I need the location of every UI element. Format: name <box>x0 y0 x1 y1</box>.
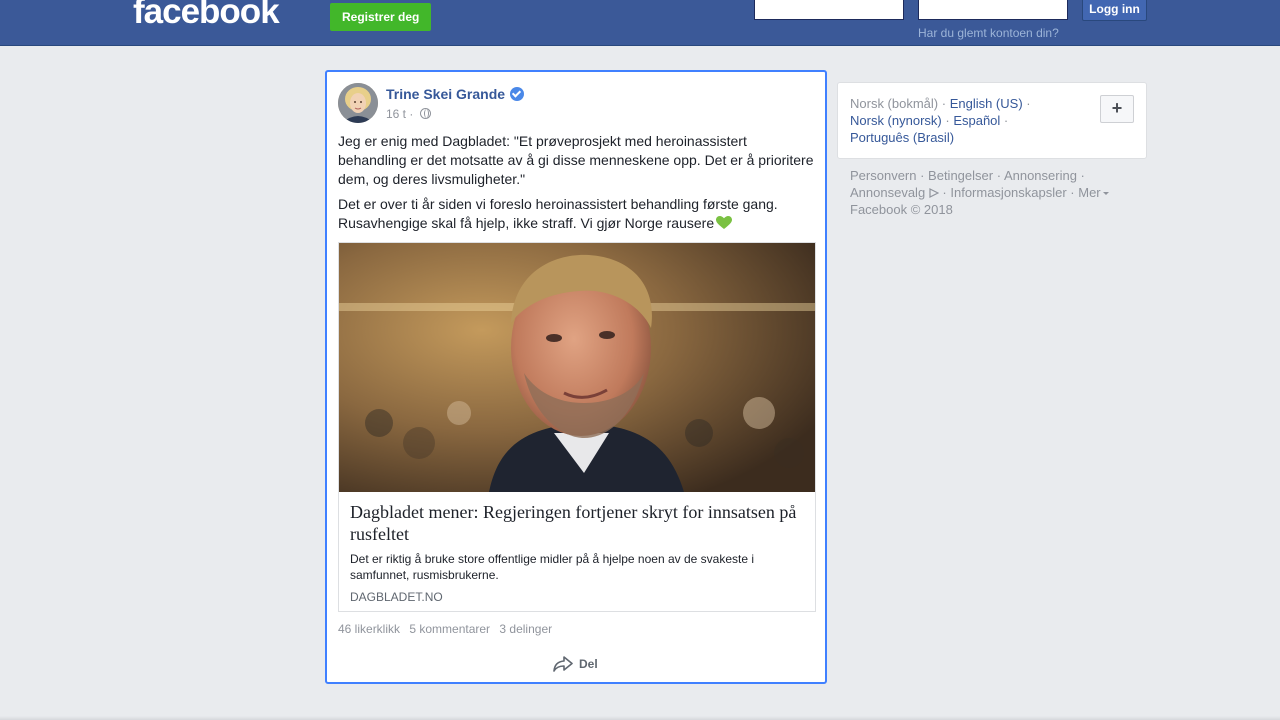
language-option-portugues[interactable]: Português (Brasil) <box>850 130 954 145</box>
post-paragraph-text: Det er over ti år siden vi foreslo heroi… <box>338 196 778 231</box>
share-button[interactable]: Del <box>553 654 598 674</box>
verified-badge-icon <box>510 87 524 101</box>
footer-links: Personvern · Betingelser · Annonsering ·… <box>850 167 1140 218</box>
shared-link-card[interactable]: Dagbladet mener: Regjeringen fortjener s… <box>338 242 816 612</box>
link-description: Det er riktig å bruke store offentlige m… <box>350 552 755 582</box>
green-heart-icon <box>716 216 733 229</box>
forgot-account-link[interactable]: Har du glemt kontoen din? <box>918 26 1059 40</box>
post-stats: 46 likerklikk 5 kommentarer 3 delinger <box>338 622 558 636</box>
password-field[interactable] <box>918 0 1068 20</box>
language-option-espanol[interactable]: Español <box>953 113 1000 128</box>
language-selector-box: Norsk (bokmål) · English (US) · Norsk (n… <box>837 82 1147 159</box>
shares-count[interactable]: 3 delinger <box>499 622 552 636</box>
copyright: Facebook © 2018 <box>850 202 953 217</box>
comments-count[interactable]: 5 kommentarer <box>409 622 490 636</box>
language-option-english[interactable]: English (US) <box>950 96 1023 111</box>
meta-separator: · <box>409 107 414 121</box>
top-navigation-bar: facebook Registrer deg Logg inn Har du g… <box>0 0 1280 46</box>
author-avatar[interactable] <box>338 83 378 123</box>
register-button[interactable]: Registrer deg <box>330 3 432 31</box>
share-arrow-icon <box>553 656 573 672</box>
add-language-button[interactable]: + <box>1100 95 1134 123</box>
post-paragraph: Jeg er enig med Dagbladet: "Et prøvepros… <box>338 133 814 187</box>
footer-link-advertising[interactable]: Annonsering <box>1004 168 1077 183</box>
language-list: Norsk (bokmål) · English (US) · Norsk (n… <box>850 96 1031 145</box>
author-name-link[interactable]: Trine Skei Grande <box>386 86 505 102</box>
share-label: Del <box>579 657 598 671</box>
likes-count[interactable]: 46 likerklikk <box>338 622 400 636</box>
link-title[interactable]: Dagbladet mener: Regjeringen fortjener s… <box>350 501 806 545</box>
public-globe-icon <box>419 108 431 119</box>
footer-link-adchoices[interactable]: Annonsevalg <box>850 185 925 200</box>
facebook-logo[interactable]: facebook <box>133 0 280 32</box>
footer-link-terms[interactable]: Betingelser <box>928 168 993 183</box>
post-body: Jeg er enig med Dagbladet: "Et prøvepros… <box>338 132 818 239</box>
adchoices-icon <box>929 188 939 198</box>
post-meta: 16 t · <box>386 107 431 121</box>
chevron-down-icon <box>1102 192 1109 195</box>
login-button[interactable]: Logg inn <box>1082 0 1147 21</box>
footer-link-more[interactable]: Mer <box>1078 185 1100 200</box>
post-card: Trine Skei Grande 16 t · Jeg er enig med… <box>325 70 827 684</box>
email-field[interactable] <box>754 0 904 20</box>
post-paragraph-2: Det er over ti år siden vi foreslo heroi… <box>338 195 818 233</box>
footer-link-privacy[interactable]: Personvern <box>850 168 916 183</box>
link-domain: DAGBLADET.NO <box>350 590 443 604</box>
footer-link-cookies[interactable]: Informasjonskapsler <box>950 185 1066 200</box>
post-timestamp[interactable]: 16 t <box>386 107 406 121</box>
article-photo[interactable] <box>339 243 815 492</box>
bottom-edge <box>0 716 1280 720</box>
language-option-nynorsk[interactable]: Norsk (nynorsk) <box>850 113 942 128</box>
current-language: Norsk (bokmål) <box>850 96 939 111</box>
